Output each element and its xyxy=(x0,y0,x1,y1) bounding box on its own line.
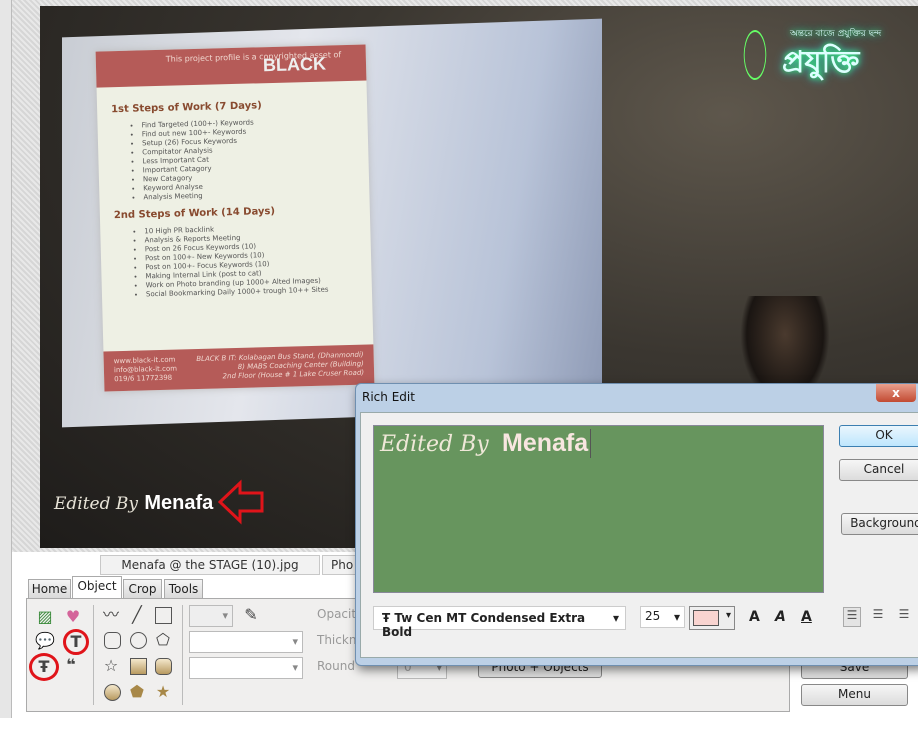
atom-icon xyxy=(739,20,771,90)
filled-rounded-rect-icon[interactable] xyxy=(155,658,172,675)
line-icon[interactable]: ╱ xyxy=(127,605,147,625)
circle-icon[interactable] xyxy=(130,632,147,649)
thickness-label: Thickn xyxy=(317,633,357,647)
logo-text: প্রযুক্তি xyxy=(782,45,860,80)
quote-icon[interactable]: ❝ xyxy=(61,655,81,675)
image-icon[interactable]: ▨ xyxy=(35,607,55,627)
cancel-button[interactable]: Cancel xyxy=(839,459,918,481)
caption-script: Edited By xyxy=(54,494,139,514)
slide-line: 019/6 11772398 xyxy=(114,373,173,384)
filled-star-icon[interactable]: ★ xyxy=(153,682,173,702)
font-size-dropdown[interactable]: 25 xyxy=(640,606,685,628)
font-icon: Ŧ xyxy=(382,611,395,625)
opacity-label: Opacit xyxy=(317,607,357,621)
align-center-icon[interactable]: ☰ xyxy=(869,607,887,627)
fill-style-dropdown[interactable] xyxy=(189,657,303,679)
section1-title: 1st Steps of Work (7 Days) xyxy=(110,100,262,116)
file-tab[interactable]: Menafa @ the STAGE (10).jpg xyxy=(100,555,320,575)
rounded-rect-icon[interactable] xyxy=(104,632,121,649)
rich-text-editor[interactable]: Edited By Menafa xyxy=(373,425,824,593)
speech-bubble-icon[interactable]: 💬 xyxy=(35,631,55,651)
text-color-picker[interactable] xyxy=(689,606,735,630)
bold-button[interactable]: A xyxy=(749,609,760,625)
logo: অন্তরে বাজে প্রযুক্তির ছন্দ প্রযুক্তি xyxy=(730,20,910,90)
caption-bold: Menafa xyxy=(144,492,214,514)
color-dropdown[interactable] xyxy=(189,605,233,627)
color-swatch xyxy=(693,610,719,626)
dialog-title: Rich Edit xyxy=(362,390,415,404)
ok-button[interactable]: OK xyxy=(839,425,918,447)
filled-pentagon-icon[interactable]: ⬟ xyxy=(127,682,147,702)
font-value: Tw Cen MT Condensed Extra Bold xyxy=(382,611,586,639)
slide-brand: BLACK xyxy=(262,53,327,76)
tab-tools[interactable]: Tools xyxy=(164,579,203,599)
menu-button[interactable]: Menu xyxy=(801,684,908,706)
freehand-icon[interactable]: 〰 xyxy=(101,605,121,625)
eyedropper-icon[interactable]: ✎ xyxy=(241,605,261,625)
round-label: Round xyxy=(317,659,355,673)
text-icon[interactable]: T xyxy=(63,629,89,655)
projected-slide: This project profile is a copyrighted as… xyxy=(95,44,375,392)
star-icon[interactable]: ☆ xyxy=(101,656,121,676)
line-style-dropdown[interactable] xyxy=(189,631,303,653)
filled-rect-icon[interactable] xyxy=(130,658,147,675)
align-left-icon[interactable]: ☰ xyxy=(843,607,861,627)
align-right-icon[interactable]: ☰ xyxy=(895,607,913,627)
rich-edit-dialog: Rich Edit x Edited By Menafa OK Cancel B… xyxy=(355,383,918,666)
underline-button[interactable]: A xyxy=(801,609,812,625)
background-button[interactable]: Background xyxy=(841,513,918,535)
rich-text-icon[interactable]: Ŧ xyxy=(29,653,59,681)
editor-text-script: Edited By xyxy=(380,432,489,457)
editor-text-bold: Menafa xyxy=(502,429,592,458)
heart-icon[interactable]: ♥ xyxy=(63,607,83,627)
pentagon-icon[interactable]: ⬠ xyxy=(153,630,173,650)
slide-footer: www.black-it.com info@black-it.com 019/6 1… xyxy=(103,344,375,392)
tab-home[interactable]: Home xyxy=(28,579,71,599)
filled-circle-icon[interactable] xyxy=(104,684,121,701)
italic-button[interactable]: A xyxy=(775,609,786,625)
tab-object[interactable]: Object xyxy=(72,576,122,599)
close-button[interactable]: x xyxy=(876,384,916,402)
font-dropdown[interactable]: Ŧ Tw Cen MT Condensed Extra Bold xyxy=(373,606,626,639)
tab-crop[interactable]: Crop xyxy=(123,579,162,599)
photo-caption: Edited By Menafa xyxy=(54,490,213,515)
left-scrollbar[interactable] xyxy=(0,0,12,718)
rectangle-icon[interactable] xyxy=(155,607,172,624)
red-arrow-icon xyxy=(218,479,264,525)
section2-title: 2nd Steps of Work (14 Days) xyxy=(113,205,276,222)
